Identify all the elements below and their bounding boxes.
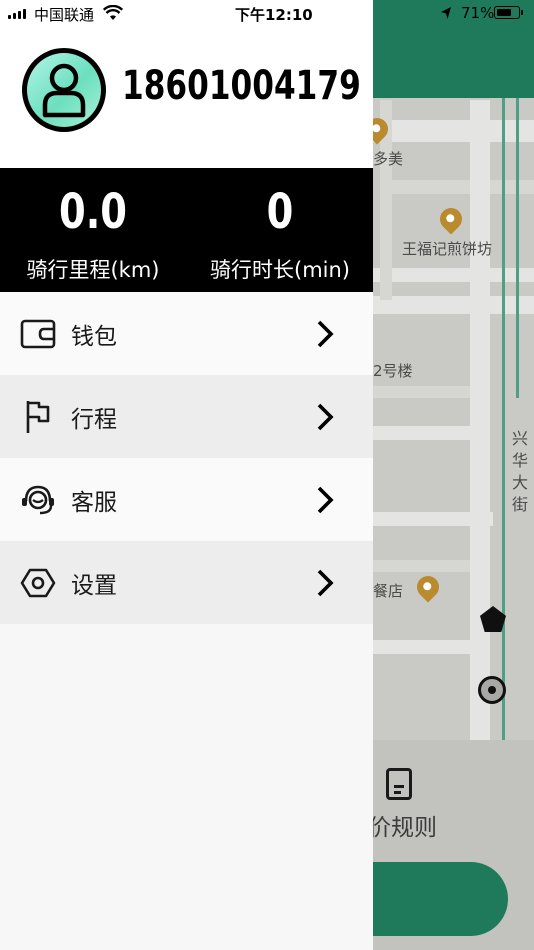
drawer-menu: 钱包 行程 客服 设置 (0, 292, 373, 624)
duration-stat: 0 骑行时长(min) (187, 168, 373, 292)
map-road (373, 640, 473, 654)
menu-label-customer-service: 客服 (71, 489, 117, 516)
map-road (373, 426, 473, 440)
map-road (373, 386, 473, 398)
map-road (380, 180, 534, 194)
burger-pin (412, 571, 444, 603)
map-road (373, 120, 534, 142)
restaurant-pin (435, 203, 467, 235)
distance-stat: 0.0 骑行里程(km) (0, 168, 186, 292)
carrier-name: 中国联通 (34, 6, 95, 24)
map-road (373, 296, 534, 314)
menu-label-settings: 设置 (71, 572, 117, 599)
location-arrow-icon (441, 7, 451, 19)
map-road (373, 560, 473, 572)
flag-icon (20, 399, 56, 435)
menu-label-wallet: 钱包 (71, 323, 117, 350)
battery-icon (494, 6, 520, 19)
chevron-right-icon (317, 486, 334, 513)
map-label: 多美 (373, 150, 404, 168)
pricing-rule-link[interactable]: 价规则 (368, 808, 437, 842)
side-drawer: 18601004179 0.0 骑行里程(km) 0 骑行时长(min) 钱包 (0, 0, 373, 950)
map-label: 王福记煎饼坊 (402, 240, 493, 258)
map-road-highlight (502, 98, 505, 758)
document-icon (386, 768, 412, 800)
user-icon (42, 63, 86, 118)
clock: 下午12:10 (235, 6, 313, 24)
chevron-right-icon (317, 403, 334, 430)
chevron-right-icon (317, 320, 334, 347)
hexagon-settings-icon (20, 565, 56, 601)
wallet-icon (20, 316, 56, 352)
menu-item-settings[interactable]: 设置 (0, 541, 373, 624)
status-bar: 中国联通 下午12:10 71% (0, 0, 534, 28)
distance-value: 0.0 (58, 184, 128, 240)
headset-icon (20, 482, 56, 518)
map-road-highlight (516, 98, 519, 398)
distance-label: 骑行里程(km) (26, 258, 160, 282)
menu-label-trips: 行程 (71, 406, 117, 433)
wifi-icon (103, 5, 123, 20)
battery-percent: 71% (461, 4, 495, 22)
map-label: 餐店 (373, 582, 404, 600)
map-label: 2号楼 (373, 362, 413, 380)
menu-item-trips[interactable]: 行程 (0, 375, 373, 458)
duration-value: 0 (266, 184, 294, 240)
map-label-street: 兴华大街 (512, 429, 529, 514)
map-road (470, 100, 490, 820)
signal-icon (8, 9, 26, 19)
user-phone-number: 18601004179 (122, 63, 361, 109)
chevron-right-icon (317, 569, 334, 596)
locate-button[interactable] (478, 676, 506, 704)
ride-stats: 0.0 骑行里程(km) 0 骑行时长(min) (0, 168, 373, 292)
menu-item-customer-service[interactable]: 客服 (0, 458, 373, 541)
duration-label: 骑行时长(min) (210, 258, 350, 282)
map-road (373, 268, 534, 282)
avatar[interactable] (22, 48, 106, 132)
menu-item-wallet[interactable]: 钱包 (0, 292, 373, 375)
